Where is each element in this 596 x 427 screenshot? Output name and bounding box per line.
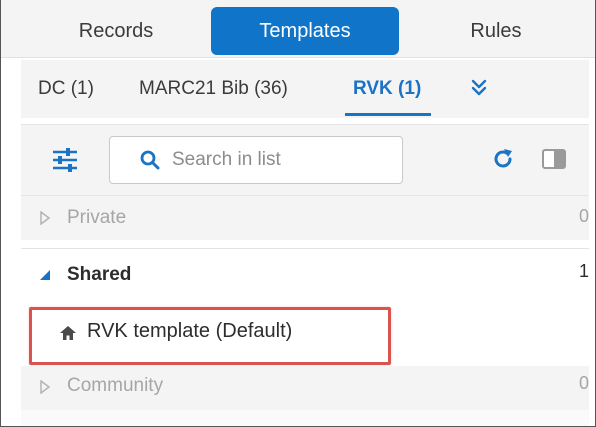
group-label: Private — [67, 207, 127, 228]
double-chevron-down-icon[interactable] — [468, 77, 490, 99]
divider — [21, 248, 589, 249]
caret-down-icon — [40, 270, 50, 280]
subtab-rvk[interactable]: RVK (1) — [344, 60, 432, 118]
group-private[interactable]: Private 0 — [21, 196, 589, 240]
group-count: 0 — [578, 373, 589, 393]
template-item-rvk[interactable]: RVK template (Default) — [29, 307, 391, 365]
caret-right-icon — [40, 211, 51, 225]
group-label: Community — [67, 375, 164, 396]
caret-right-icon — [40, 380, 51, 394]
sliders-icon[interactable] — [51, 147, 79, 173]
template-name: RVK template (Default) — [87, 320, 292, 343]
list-toolbar — [21, 124, 589, 196]
subtab-marc21-bib[interactable]: MARC21 Bib (36) — [139, 60, 288, 118]
group-count: 1 — [578, 261, 589, 281]
mode-tab-bar: Records Templates Rules — [1, 0, 595, 58]
template-title: RVK template — [87, 320, 211, 342]
list-bottom — [21, 410, 589, 426]
home-icon — [60, 326, 76, 340]
group-shared[interactable]: Shared 1 — [21, 252, 589, 296]
subtab-dc[interactable]: DC (1) — [38, 60, 94, 118]
refresh-icon[interactable] — [491, 147, 515, 171]
group-count: 0 — [578, 206, 589, 226]
template-format-tab-bar: DC (1) MARC21 Bib (36) RVK (1) — [21, 60, 589, 118]
group-community[interactable]: Community 0 — [21, 366, 589, 410]
group-label: Shared — [67, 264, 132, 285]
search-icon — [140, 150, 160, 170]
search-box — [109, 136, 403, 184]
tab-templates[interactable]: Templates — [211, 7, 399, 55]
tab-rules[interactable]: Rules — [421, 6, 571, 56]
default-tag: (Default) — [215, 320, 293, 342]
templates-panel: Records Templates Rules DC (1) MARC21 Bi… — [0, 0, 596, 427]
tab-records[interactable]: Records — [41, 6, 191, 56]
search-input[interactable] — [172, 145, 392, 175]
panel-toggle-icon[interactable] — [542, 149, 566, 169]
